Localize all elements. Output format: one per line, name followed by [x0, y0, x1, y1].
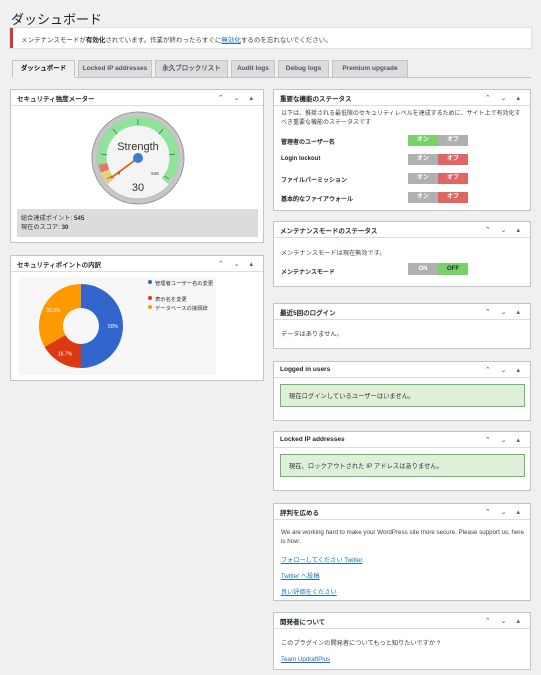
notice-bold: 有効化: [85, 37, 106, 44]
breakdown-panel: セキュリティポイントの内訳 ⌃ ⌄ ▴ 50% 16.7% 33.3% 管理者ユーザー…: [10, 255, 264, 381]
score-label: 現在のスコア:: [21, 224, 62, 231]
page-title: ダッシュボード: [11, 12, 103, 27]
pie-slice: [39, 284, 81, 347]
gauge-max: 545: [151, 171, 159, 176]
legend-item: 表示名を変更: [148, 295, 220, 303]
total-label: 総合達成ポイント:: [21, 215, 74, 222]
maint-desc: メンテナンスモードは現在無効です。: [281, 250, 386, 257]
panel-controls[interactable]: ⌃ ⌄ ▴: [485, 508, 524, 516]
notice-disable-link[interactable]: 無効化: [221, 37, 241, 44]
toggle-file-permission[interactable]: オン オフ: [408, 173, 468, 184]
gauge-label: Strength: [117, 141, 159, 153]
breakdown-title: セキュリティポイントの内訳: [17, 261, 102, 269]
logins-title: 最近5回のログイン: [280, 309, 336, 317]
pie-slice-label: 16.7%: [58, 352, 73, 358]
toggle-admin-username[interactable]: オン オフ: [408, 135, 468, 146]
dev-text: このプラグインの開発者についてもっと知りたいですか ?: [281, 640, 441, 647]
panel-controls[interactable]: ⌃ ⌄ ▴: [485, 308, 524, 316]
toggle-firewall[interactable]: オン オフ: [408, 192, 468, 203]
toggle-login-lockout[interactable]: オン オフ: [408, 154, 468, 165]
logins-panel: 最近5回のログイン ⌃ ⌄ ▴ データはありません。: [273, 303, 531, 349]
score-summary: 総合達成ポイント: 545 現在のスコア: 30: [17, 209, 258, 237]
notice-prefix: メンテナンスモードが: [21, 37, 86, 44]
notice-mid: されています。作業が終わったらすぐに: [105, 37, 222, 44]
maint-label: メンテナンスモード: [281, 270, 335, 276]
tab-debug-logs[interactable]: Debug logs: [278, 60, 329, 78]
strength-gauge: Strength 30 0 545: [91, 111, 185, 205]
panel-controls[interactable]: ⌃ ⌄ ▴: [485, 436, 524, 444]
tab-audit-logs[interactable]: Audit logs: [231, 60, 275, 78]
spread-title: 評判を広める: [280, 509, 319, 517]
legend-label: 管理者ユーザー名の変更: [155, 281, 214, 287]
maintenance-panel: メンテナンスモードのステータス ⌃ ⌄ ▴ メンテナンスモードは現在無効です。 メ…: [273, 221, 531, 287]
tab-locked-ip[interactable]: Locked IP addresses: [78, 60, 152, 78]
panel-controls[interactable]: ⌃ ⌄ ▴: [485, 226, 524, 234]
locked-title: Locked IP addresses: [280, 436, 345, 443]
gauge-score: 30: [132, 182, 144, 194]
toggle-off: オフ: [438, 173, 468, 184]
tab-blocklist[interactable]: 永久ブロックリスト: [155, 60, 228, 78]
twitter-follow-link[interactable]: フォローしてください Twitter: [281, 555, 362, 564]
feature-label: 管理者のユーザー名: [281, 140, 335, 146]
toggle-on: オン: [408, 154, 438, 165]
pie-slice-label: 50%: [108, 324, 119, 330]
spread-text: We are working hard to make your WordPre…: [281, 529, 524, 545]
panel-controls[interactable]: ⌃ ⌄ ▴: [218, 260, 257, 268]
logged-title: Logged in users: [280, 366, 331, 373]
tab-premium[interactable]: Premium upgrade: [332, 60, 408, 78]
meter-title: セキュリティ強度メーター: [17, 95, 95, 103]
tab-bar: ダッシュボード Locked IP addresses 永久ブロックリスト Au…: [12, 60, 531, 78]
pie-chart: 50% 16.7% 33.3%: [39, 284, 123, 368]
toggle-maintenance[interactable]: ON OFF: [408, 263, 468, 275]
total-value: 545: [73, 215, 85, 222]
rate-link[interactable]: 良い評価をください: [281, 587, 337, 596]
toggle-on: オン: [408, 192, 438, 203]
legend-label: データベースの接頭辞: [155, 306, 208, 312]
panel-controls[interactable]: ⌃ ⌄ ▴: [485, 366, 524, 374]
notice-suffix: するのを忘れないでください。: [240, 37, 332, 44]
panel-controls[interactable]: ⌃ ⌄ ▴: [218, 94, 257, 102]
legend-swatch: [148, 305, 152, 309]
spread-panel: 評判を広める ⌃ ⌄ ▴ We are working hard to make …: [273, 503, 531, 601]
logged-message: 現在ログインしているユーザーはいません。: [280, 384, 525, 407]
critical-title: 重要な機能のステータス: [280, 95, 352, 103]
toggle-off: オフ: [438, 154, 468, 165]
feature-label: Login lockout: [281, 156, 321, 162]
locked-message: 現在、ロックアウトされた IP アドレスはありません。: [280, 454, 525, 477]
toggle-on: オン: [408, 135, 438, 146]
feature-label: 基本的なファイアウォール: [281, 197, 354, 203]
toggle-on: ON: [408, 263, 438, 275]
locked-ip-panel: Locked IP addresses ⌃ ⌄ ▴ 現在、ロックアウトされた IP…: [273, 431, 531, 491]
panel-controls[interactable]: ⌃ ⌄ ▴: [485, 617, 524, 625]
critical-panel: 重要な機能のステータス ⌃ ⌄ ▴ 以下は、推奨される最低限のセキュリティレベルを…: [273, 89, 531, 211]
legend-item: 管理者ユーザー名の変更: [148, 279, 220, 287]
feature-label: ファイルパーミッション: [281, 178, 348, 184]
meter-panel: セキュリティ強度メーター ⌃ ⌄ ▴ Strength 30 0 545 総合達成…: [10, 89, 264, 243]
chart-area: 50% 16.7% 33.3% 管理者ユーザー名の変更 表示名を変更 データベースの…: [18, 277, 216, 375]
toggle-off: オフ: [438, 192, 468, 203]
score-value: 30: [61, 224, 69, 231]
maintenance-notice: メンテナンスモードが有効化されています。作業が終わったらすぐに無効化するのを忘れ…: [10, 28, 531, 48]
toggle-off: オフ: [438, 135, 468, 146]
toggle-off: OFF: [438, 263, 468, 275]
toggle-on: オン: [408, 173, 438, 184]
pie-slice-label: 33.3%: [46, 308, 61, 314]
legend-swatch: [148, 280, 152, 284]
legend-label: 表示名を変更: [155, 297, 187, 303]
panel-controls[interactable]: ⌃ ⌄ ▴: [485, 94, 524, 102]
logged-in-panel: Logged in users ⌃ ⌄ ▴ 現在ログインしているユーザーはいません…: [273, 361, 531, 421]
logins-text: データはありません。: [281, 331, 343, 338]
tab-dashboard[interactable]: ダッシュボード: [12, 60, 75, 78]
twitter-post-link[interactable]: Twitter へ投稿: [281, 571, 320, 580]
team-link[interactable]: Team UpdraftPlus: [281, 656, 330, 663]
critical-desc: 以下は、推奨される最低限のセキュリティレベルを達成するために、サイト上で有効化す…: [281, 111, 521, 126]
legend-item: データベースの接頭辞: [148, 304, 220, 312]
legend-swatch: [148, 296, 152, 300]
dev-title: 開発者について: [280, 618, 326, 626]
developer-panel: 開発者について ⌃ ⌄ ▴ このプラグインの開発者についてもっと知りたいですか ?…: [273, 612, 531, 670]
maint-title: メンテナンスモードのステータス: [280, 227, 378, 235]
